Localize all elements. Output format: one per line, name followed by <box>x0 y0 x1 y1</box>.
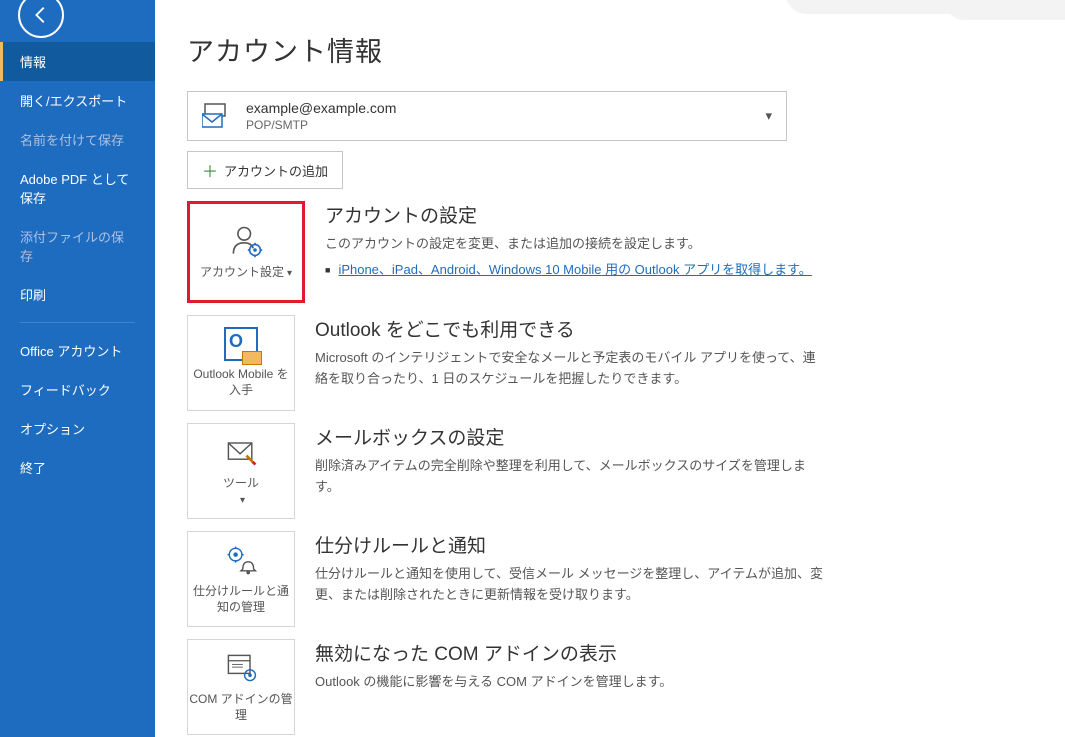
add-account-label: アカウントの追加 <box>224 161 328 180</box>
sidebar-item-info[interactable]: 情報 <box>0 42 155 81</box>
account-settings-title: アカウントの設定 <box>325 201 835 228</box>
sidebar-separator <box>20 322 135 323</box>
user-gear-icon <box>228 223 264 259</box>
outlook-icon <box>224 327 258 361</box>
outlook-mobile-tile[interactable]: Outlook Mobile を入手 <box>187 315 295 411</box>
outlook-mobile-text: Microsoft のインテリジェントで安全なメールと予定表のモバイル アプリを… <box>315 348 825 390</box>
sidebar-nav-bottom: Office アカウント フィードバック オプション 終了 <box>0 331 155 487</box>
page-title: アカウント情報 <box>187 30 1025 69</box>
account-protocol: POP/SMTP <box>246 118 396 132</box>
sidebar-item-print[interactable]: 印刷 <box>0 275 155 314</box>
rules-title: 仕分けルールと通知 <box>315 531 825 558</box>
sidebar-item-adobe-pdf[interactable]: Adobe PDF として保存 <box>0 159 155 217</box>
outlook-apps-link[interactable]: iPhone、iPad、Android、Windows 10 Mobile 用の… <box>338 262 811 277</box>
sidebar-item-save-as[interactable]: 名前を付けて保存 <box>0 120 155 159</box>
sidebar-item-open-export[interactable]: 開く/エクスポート <box>0 81 155 120</box>
com-addins-tile-label: COM アドインの管理 <box>188 692 294 723</box>
account-settings-tile[interactable]: アカウント設定▾ <box>187 201 305 303</box>
main-content: アカウント情報 example@example.com POP/SMTP ▾ ＋… <box>155 0 1065 737</box>
gear-bell-icon <box>223 542 259 578</box>
account-email: example@example.com <box>246 100 396 116</box>
mail-account-icon <box>202 102 232 130</box>
sidebar-item-office-account[interactable]: Office アカウント <box>0 331 155 370</box>
rules-tile[interactable]: 仕分けルールと通知の管理 <box>187 531 295 627</box>
tools-tile-label: ツール▾ <box>223 476 259 507</box>
envelope-pencil-icon <box>223 434 259 470</box>
com-addins-text: Outlook の機能に影響を与える COM アドインを管理します。 <box>315 672 825 693</box>
account-settings-text: このアカウントの設定を変更、または追加の接続を設定します。 <box>325 234 835 255</box>
outlook-mobile-tile-label: Outlook Mobile を入手 <box>188 367 294 398</box>
sidebar-nav: 情報 開く/エクスポート 名前を付けて保存 Adobe PDF として保存 添付… <box>0 42 155 314</box>
com-addins-title: 無効になった COM アドインの表示 <box>315 639 825 666</box>
sidebar-item-options[interactable]: オプション <box>0 409 155 448</box>
sidebar-item-save-attachments[interactable]: 添付ファイルの保存 <box>0 217 155 275</box>
add-account-button[interactable]: ＋ アカウントの追加 <box>187 151 343 189</box>
mailbox-text: 削除済みアイテムの完全削除や整理を利用して、メールボックスのサイズを管理します。 <box>315 456 825 498</box>
sidebar-item-exit[interactable]: 終了 <box>0 448 155 487</box>
rules-tile-label: 仕分けルールと通知の管理 <box>188 584 294 615</box>
sidebar-item-feedback[interactable]: フィードバック <box>0 370 155 409</box>
account-selector[interactable]: example@example.com POP/SMTP ▾ <box>187 91 787 141</box>
back-button[interactable] <box>18 0 64 38</box>
com-addins-tile[interactable]: COM アドインの管理 <box>187 639 295 735</box>
chevron-down-icon: ▾ <box>765 108 772 124</box>
window-gear-icon <box>223 650 259 686</box>
rules-text: 仕分けルールと通知を使用して、受信メール メッセージを整理し、アイテムが追加、変… <box>315 564 825 606</box>
arrow-left-icon <box>30 4 52 26</box>
tools-tile[interactable]: ツール▾ <box>187 423 295 519</box>
plus-icon: ＋ <box>202 158 218 182</box>
account-settings-tile-label: アカウント設定▾ <box>200 265 292 281</box>
outlook-mobile-title: Outlook をどこでも利用できる <box>315 315 825 342</box>
mailbox-title: メールボックスの設定 <box>315 423 825 450</box>
backstage-sidebar: 情報 開く/エクスポート 名前を付けて保存 Adobe PDF として保存 添付… <box>0 0 155 737</box>
